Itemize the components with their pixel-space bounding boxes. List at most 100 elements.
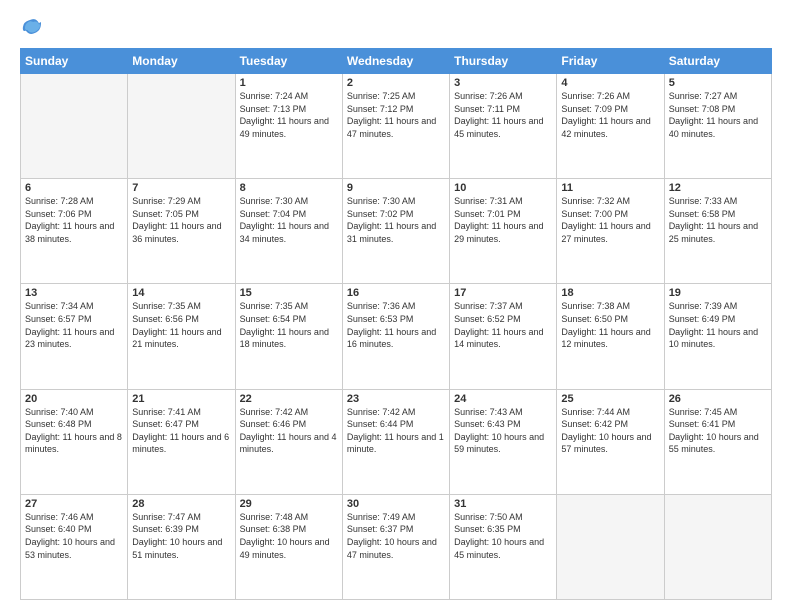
day-info: Sunrise: 7:37 AMSunset: 6:52 PMDaylight:… bbox=[454, 300, 552, 350]
day-info: Sunrise: 7:32 AMSunset: 7:00 PMDaylight:… bbox=[561, 195, 659, 245]
calendar-cell-0-2: 1Sunrise: 7:24 AMSunset: 7:13 PMDaylight… bbox=[235, 74, 342, 179]
page: SundayMondayTuesdayWednesdayThursdayFrid… bbox=[0, 0, 792, 612]
weekday-saturday: Saturday bbox=[664, 49, 771, 74]
day-info: Sunrise: 7:40 AMSunset: 6:48 PMDaylight:… bbox=[25, 406, 123, 456]
weekday-sunday: Sunday bbox=[21, 49, 128, 74]
day-number: 28 bbox=[132, 498, 230, 510]
day-number: 29 bbox=[240, 498, 338, 510]
weekday-tuesday: Tuesday bbox=[235, 49, 342, 74]
calendar-cell-2-2: 15Sunrise: 7:35 AMSunset: 6:54 PMDayligh… bbox=[235, 284, 342, 389]
day-info: Sunrise: 7:46 AMSunset: 6:40 PMDaylight:… bbox=[25, 511, 123, 561]
day-number: 12 bbox=[669, 182, 767, 194]
day-info: Sunrise: 7:50 AMSunset: 6:35 PMDaylight:… bbox=[454, 511, 552, 561]
day-info: Sunrise: 7:35 AMSunset: 6:56 PMDaylight:… bbox=[132, 300, 230, 350]
calendar-cell-2-4: 17Sunrise: 7:37 AMSunset: 6:52 PMDayligh… bbox=[450, 284, 557, 389]
day-number: 7 bbox=[132, 182, 230, 194]
day-number: 10 bbox=[454, 182, 552, 194]
day-info: Sunrise: 7:48 AMSunset: 6:38 PMDaylight:… bbox=[240, 511, 338, 561]
calendar-cell-4-4: 31Sunrise: 7:50 AMSunset: 6:35 PMDayligh… bbox=[450, 494, 557, 599]
week-row-2: 6Sunrise: 7:28 AMSunset: 7:06 PMDaylight… bbox=[21, 179, 772, 284]
day-number: 5 bbox=[669, 77, 767, 89]
day-number: 27 bbox=[25, 498, 123, 510]
calendar-cell-2-0: 13Sunrise: 7:34 AMSunset: 6:57 PMDayligh… bbox=[21, 284, 128, 389]
calendar-cell-4-0: 27Sunrise: 7:46 AMSunset: 6:40 PMDayligh… bbox=[21, 494, 128, 599]
calendar-cell-4-1: 28Sunrise: 7:47 AMSunset: 6:39 PMDayligh… bbox=[128, 494, 235, 599]
calendar-cell-0-4: 3Sunrise: 7:26 AMSunset: 7:11 PMDaylight… bbox=[450, 74, 557, 179]
day-info: Sunrise: 7:26 AMSunset: 7:09 PMDaylight:… bbox=[561, 90, 659, 140]
calendar-cell-2-6: 19Sunrise: 7:39 AMSunset: 6:49 PMDayligh… bbox=[664, 284, 771, 389]
calendar-cell-3-3: 23Sunrise: 7:42 AMSunset: 6:44 PMDayligh… bbox=[342, 389, 449, 494]
day-info: Sunrise: 7:26 AMSunset: 7:11 PMDaylight:… bbox=[454, 90, 552, 140]
weekday-wednesday: Wednesday bbox=[342, 49, 449, 74]
day-info: Sunrise: 7:42 AMSunset: 6:44 PMDaylight:… bbox=[347, 406, 445, 456]
day-number: 1 bbox=[240, 77, 338, 89]
calendar-cell-4-5 bbox=[557, 494, 664, 599]
calendar-cell-0-3: 2Sunrise: 7:25 AMSunset: 7:12 PMDaylight… bbox=[342, 74, 449, 179]
day-number: 6 bbox=[25, 182, 123, 194]
day-info: Sunrise: 7:45 AMSunset: 6:41 PMDaylight:… bbox=[669, 406, 767, 456]
day-number: 13 bbox=[25, 287, 123, 299]
day-info: Sunrise: 7:24 AMSunset: 7:13 PMDaylight:… bbox=[240, 90, 338, 140]
calendar-cell-3-0: 20Sunrise: 7:40 AMSunset: 6:48 PMDayligh… bbox=[21, 389, 128, 494]
day-info: Sunrise: 7:29 AMSunset: 7:05 PMDaylight:… bbox=[132, 195, 230, 245]
day-info: Sunrise: 7:38 AMSunset: 6:50 PMDaylight:… bbox=[561, 300, 659, 350]
day-info: Sunrise: 7:42 AMSunset: 6:46 PMDaylight:… bbox=[240, 406, 338, 456]
calendar-cell-0-5: 4Sunrise: 7:26 AMSunset: 7:09 PMDaylight… bbox=[557, 74, 664, 179]
day-info: Sunrise: 7:47 AMSunset: 6:39 PMDaylight:… bbox=[132, 511, 230, 561]
day-info: Sunrise: 7:30 AMSunset: 7:04 PMDaylight:… bbox=[240, 195, 338, 245]
calendar-cell-1-5: 11Sunrise: 7:32 AMSunset: 7:00 PMDayligh… bbox=[557, 179, 664, 284]
day-number: 2 bbox=[347, 77, 445, 89]
day-info: Sunrise: 7:31 AMSunset: 7:01 PMDaylight:… bbox=[454, 195, 552, 245]
day-number: 19 bbox=[669, 287, 767, 299]
week-row-1: 1Sunrise: 7:24 AMSunset: 7:13 PMDaylight… bbox=[21, 74, 772, 179]
day-number: 26 bbox=[669, 393, 767, 405]
day-number: 25 bbox=[561, 393, 659, 405]
weekday-monday: Monday bbox=[128, 49, 235, 74]
day-number: 21 bbox=[132, 393, 230, 405]
calendar-cell-3-5: 25Sunrise: 7:44 AMSunset: 6:42 PMDayligh… bbox=[557, 389, 664, 494]
calendar-cell-3-2: 22Sunrise: 7:42 AMSunset: 6:46 PMDayligh… bbox=[235, 389, 342, 494]
day-number: 24 bbox=[454, 393, 552, 405]
day-number: 11 bbox=[561, 182, 659, 194]
calendar-cell-1-6: 12Sunrise: 7:33 AMSunset: 6:58 PMDayligh… bbox=[664, 179, 771, 284]
calendar-cell-2-1: 14Sunrise: 7:35 AMSunset: 6:56 PMDayligh… bbox=[128, 284, 235, 389]
calendar-table: SundayMondayTuesdayWednesdayThursdayFrid… bbox=[20, 48, 772, 600]
calendar-cell-4-3: 30Sunrise: 7:49 AMSunset: 6:37 PMDayligh… bbox=[342, 494, 449, 599]
day-info: Sunrise: 7:43 AMSunset: 6:43 PMDaylight:… bbox=[454, 406, 552, 456]
day-info: Sunrise: 7:41 AMSunset: 6:47 PMDaylight:… bbox=[132, 406, 230, 456]
day-number: 3 bbox=[454, 77, 552, 89]
calendar-cell-1-4: 10Sunrise: 7:31 AMSunset: 7:01 PMDayligh… bbox=[450, 179, 557, 284]
day-info: Sunrise: 7:35 AMSunset: 6:54 PMDaylight:… bbox=[240, 300, 338, 350]
day-number: 22 bbox=[240, 393, 338, 405]
day-number: 9 bbox=[347, 182, 445, 194]
calendar-cell-1-2: 8Sunrise: 7:30 AMSunset: 7:04 PMDaylight… bbox=[235, 179, 342, 284]
day-info: Sunrise: 7:36 AMSunset: 6:53 PMDaylight:… bbox=[347, 300, 445, 350]
calendar-cell-0-6: 5Sunrise: 7:27 AMSunset: 7:08 PMDaylight… bbox=[664, 74, 771, 179]
day-info: Sunrise: 7:39 AMSunset: 6:49 PMDaylight:… bbox=[669, 300, 767, 350]
week-row-5: 27Sunrise: 7:46 AMSunset: 6:40 PMDayligh… bbox=[21, 494, 772, 599]
calendar-cell-2-5: 18Sunrise: 7:38 AMSunset: 6:50 PMDayligh… bbox=[557, 284, 664, 389]
day-info: Sunrise: 7:30 AMSunset: 7:02 PMDaylight:… bbox=[347, 195, 445, 245]
calendar-cell-1-0: 6Sunrise: 7:28 AMSunset: 7:06 PMDaylight… bbox=[21, 179, 128, 284]
day-number: 23 bbox=[347, 393, 445, 405]
day-number: 8 bbox=[240, 182, 338, 194]
logo-icon bbox=[20, 16, 42, 38]
day-number: 15 bbox=[240, 287, 338, 299]
weekday-header-row: SundayMondayTuesdayWednesdayThursdayFrid… bbox=[21, 49, 772, 74]
day-info: Sunrise: 7:27 AMSunset: 7:08 PMDaylight:… bbox=[669, 90, 767, 140]
calendar-cell-4-2: 29Sunrise: 7:48 AMSunset: 6:38 PMDayligh… bbox=[235, 494, 342, 599]
day-info: Sunrise: 7:33 AMSunset: 6:58 PMDaylight:… bbox=[669, 195, 767, 245]
calendar-cell-3-6: 26Sunrise: 7:45 AMSunset: 6:41 PMDayligh… bbox=[664, 389, 771, 494]
week-row-3: 13Sunrise: 7:34 AMSunset: 6:57 PMDayligh… bbox=[21, 284, 772, 389]
day-number: 30 bbox=[347, 498, 445, 510]
calendar-cell-3-4: 24Sunrise: 7:43 AMSunset: 6:43 PMDayligh… bbox=[450, 389, 557, 494]
header bbox=[20, 16, 772, 38]
day-number: 17 bbox=[454, 287, 552, 299]
day-number: 16 bbox=[347, 287, 445, 299]
calendar-cell-3-1: 21Sunrise: 7:41 AMSunset: 6:47 PMDayligh… bbox=[128, 389, 235, 494]
calendar-cell-0-0 bbox=[21, 74, 128, 179]
week-row-4: 20Sunrise: 7:40 AMSunset: 6:48 PMDayligh… bbox=[21, 389, 772, 494]
day-number: 4 bbox=[561, 77, 659, 89]
day-number: 18 bbox=[561, 287, 659, 299]
calendar-cell-4-6 bbox=[664, 494, 771, 599]
